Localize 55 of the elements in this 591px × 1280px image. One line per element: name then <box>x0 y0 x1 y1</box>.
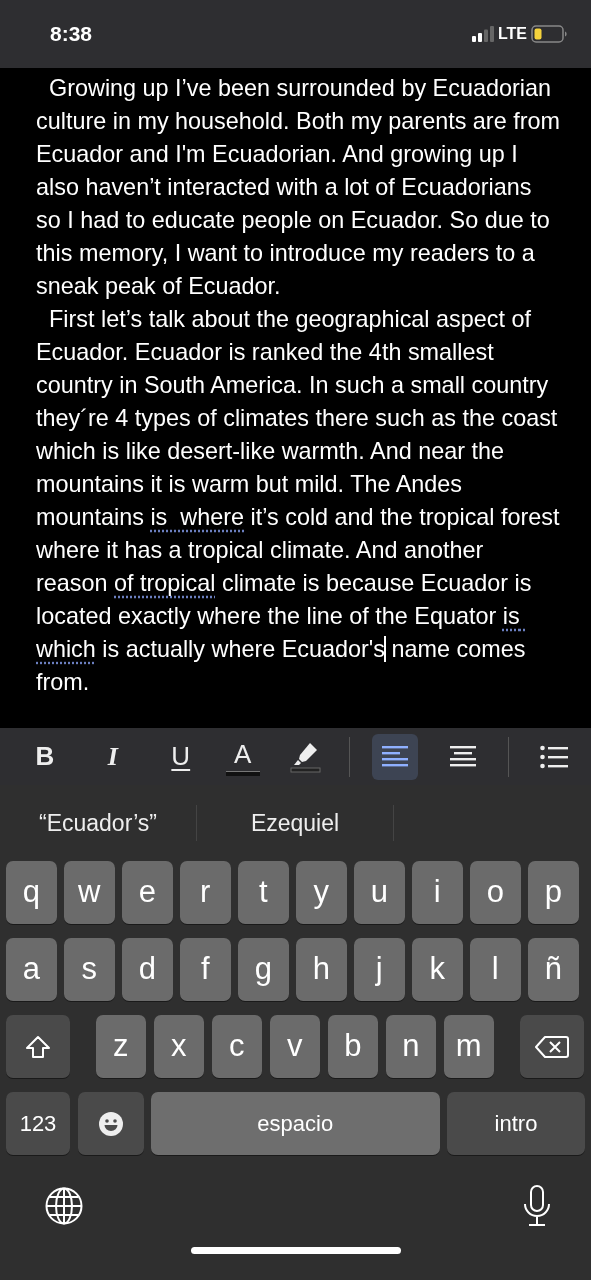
letter-key[interactable]: i <box>412 861 463 924</box>
align-center-icon <box>450 744 477 769</box>
letter-key[interactable]: j <box>354 938 405 1001</box>
emoji-icon <box>97 1110 124 1137</box>
align-left-icon <box>382 744 409 769</box>
list-icon <box>539 744 568 769</box>
letter-key[interactable]: z <box>95 1015 146 1078</box>
letter-key[interactable]: u <box>354 861 405 924</box>
letter-key[interactable]: k <box>412 938 463 1001</box>
battery-icon <box>531 25 567 43</box>
letter-key[interactable]: t <box>238 861 289 924</box>
letter-key[interactable]: x <box>153 1015 204 1078</box>
letter-key[interactable]: h <box>296 938 347 1001</box>
letter-key[interactable]: v <box>269 1015 320 1078</box>
shift-icon <box>25 1034 51 1059</box>
italic-button[interactable]: I <box>89 733 136 780</box>
suggestion[interactable]: “Ecuador’s” <box>0 805 196 841</box>
letter-key[interactable]: a <box>6 938 57 1001</box>
letter-key[interactable]: n <box>385 1015 436 1078</box>
shift-key[interactable] <box>6 1015 70 1078</box>
letter-key[interactable]: p <box>528 861 579 924</box>
letter-key[interactable]: d <box>122 938 173 1001</box>
letter-key[interactable]: ñ <box>528 938 579 1001</box>
letter-key[interactable]: q <box>6 861 57 924</box>
letter-key[interactable]: s <box>64 938 115 1001</box>
return-key[interactable]: intro <box>447 1092 585 1155</box>
clock-time: 8:38 <box>50 21 93 48</box>
paragraph: First let’s talk about the geographical aspect of Ecuador. Ecuador is ranked the 4th smallest country in South America. In such a small country they´re 4 types of climates there such as the coast which is like desert-like warmth. And near the mountains it is warm but mild. The Andes mountains is where it’s cold and the tropical forest where it has a tropical climate. And another reason of tropical climate is because Ecuador is located exactly where the line of the Equator is which is actually where Ecuador's name comes from. <box>36 305 561 697</box>
space-bar[interactable]: espacio <box>151 1092 440 1155</box>
letter-key[interactable]: l <box>470 938 521 1001</box>
globe-icon[interactable] <box>45 1187 83 1225</box>
letter-key[interactable]: w <box>64 861 115 924</box>
letter-key[interactable]: f <box>180 938 231 1001</box>
backspace-icon <box>534 1034 569 1059</box>
letter-key[interactable]: c <box>211 1015 262 1078</box>
emoji-key[interactable] <box>77 1092 144 1155</box>
letter-key[interactable]: g <box>238 938 289 1001</box>
bold-button[interactable]: B <box>22 733 68 780</box>
microphone-icon[interactable] <box>523 1185 551 1227</box>
backspace-key[interactable] <box>519 1015 584 1078</box>
letter-key[interactable]: e <box>122 861 173 924</box>
network-label: LTE <box>497 24 527 44</box>
suggestion[interactable]: Ezequiel <box>197 805 393 841</box>
underline-button[interactable]: U <box>157 733 204 780</box>
numbers-key[interactable]: 123 <box>6 1092 70 1155</box>
paragraph: Growing up I’ve been surrounded by Ecuadorian culture in my household. Both my parents are from Ecuador and I'm Ecuadorian. And growing up I also haven’t interacted with a lot of Ecuadorians so I had to educate people on Ecuador. So due to this memory, I want to introduce my readers to a sneak peak of Ecuador. <box>36 74 561 301</box>
letter-key[interactable]: m <box>443 1015 494 1078</box>
letter-key[interactable]: b <box>327 1015 378 1078</box>
letter-key[interactable]: y <box>296 861 347 924</box>
text-color-button[interactable]: A <box>225 737 260 776</box>
highlighter-icon <box>287 740 322 773</box>
letter-key[interactable]: o <box>470 861 521 924</box>
letter-key[interactable]: r <box>180 861 231 924</box>
align-left-button[interactable] <box>372 733 419 780</box>
signal-icon <box>471 26 494 42</box>
